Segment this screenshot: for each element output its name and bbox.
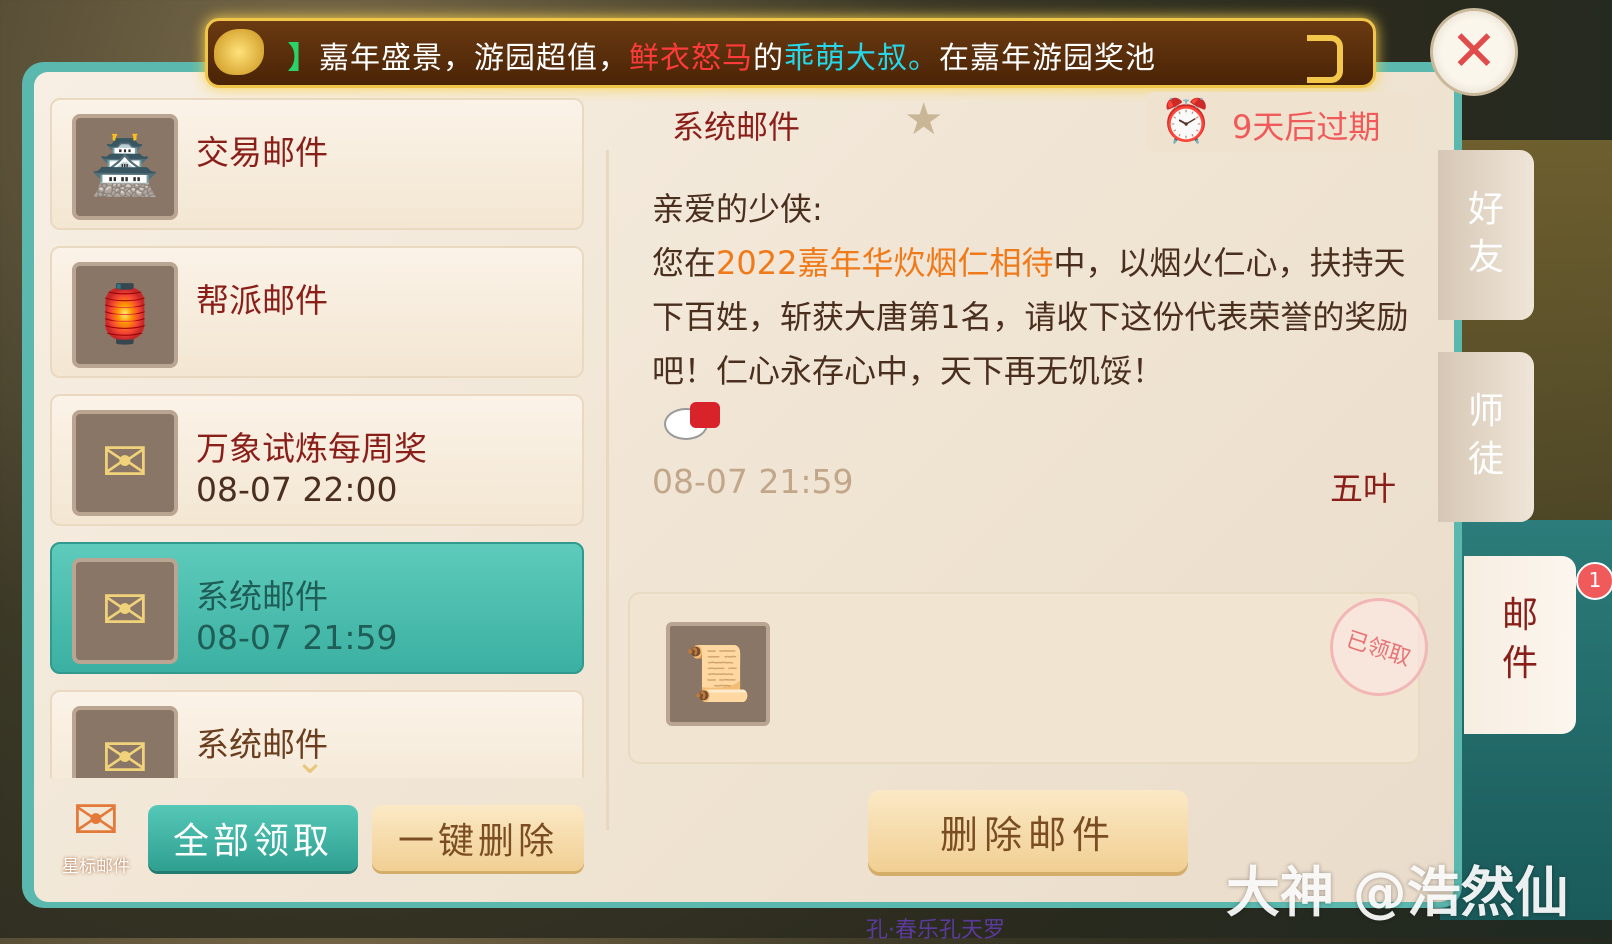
announcement-text: 】嘉年盛景，游园超值，鲜衣怒马的乖萌大叔。在嘉年游园奖池 [288,41,1156,76]
bottom-chat-text: 孔·春乐孔天罗 [866,918,1005,943]
mail-item-title: 交易邮件 [196,133,328,172]
expire-badge: ⏰ 9天后过期 [1146,92,1416,152]
mail-time: 08-07 21:59 [652,462,854,501]
collect-all-button[interactable]: 全部领取 [148,805,358,871]
mail-body: 亲爱的少侠: 您在2022嘉年华炊烟仁相待中，以烟火仁心，扶持天下百姓，斩获大唐… [652,182,1412,398]
starred-envelope-icon: ✉ [72,788,120,853]
mail-detail-title: 系统邮件 [672,108,801,146]
mail-greeting: 亲爱的少侠: [652,190,823,228]
delete-all-button[interactable]: 一键删除 [372,805,584,871]
mail-content: 您在2022嘉年华炊烟仁相待中，以烟火仁心，扶持天下百姓，斩获大唐第1名，请收下… [652,244,1409,390]
mail-detail-header: 系统邮件 ★ ⏰ 9天后过期 [636,88,1422,156]
envelope-icon: ✉ [72,410,178,516]
open-envelope-icon: ✉ [72,558,178,664]
mail-item-title: 万象试炼每周奖 [196,429,427,468]
mail-item-date: 08-07 21:59 [196,618,398,657]
scroll-reward-icon[interactable]: 📜 [666,622,770,726]
mail-sender: 五叶 [1330,469,1396,508]
open-envelope-icon: ✉ [72,706,178,778]
mail-list[interactable]: 🏯 交易邮件 🏮 帮派邮件 ✉ 万象试炼每周奖 08-07 22:00 ✉ 系统… [50,98,586,778]
event-name: 2022嘉年华炊烟仁相待 [716,244,1054,282]
divider [606,150,609,830]
chevron-down-icon[interactable]: ⌄ [290,744,330,780]
delete-mail-button[interactable]: 删除邮件 [868,790,1188,872]
alarm-clock-icon: ⏰ [1160,96,1213,145]
sticker-icon [656,400,736,440]
announcement-banner: 】嘉年盛景，游园超值，鲜衣怒马的乖萌大叔。在嘉年游园奖池 [205,18,1376,88]
tab-friends[interactable]: 好友 [1438,150,1534,320]
mail-item-guild[interactable]: 🏮 帮派邮件 [50,246,584,378]
banner-ornament-icon [214,29,264,75]
mail-item-date: 08-07 22:00 [196,470,398,509]
star-mail-button[interactable]: ✉ 星标邮件 [52,790,140,880]
banner-ornament-icon [1307,35,1343,83]
unread-badge: 1 [1576,562,1612,600]
watermark: 大神 @浩然仙 [1226,861,1569,924]
tab-mail[interactable]: 邮件 [1464,556,1576,734]
expire-text: 9天后过期 [1232,108,1381,146]
attachment-area: 📜 已领取 [628,585,1441,764]
mail-item-trade[interactable]: 🏯 交易邮件 [50,98,584,230]
tab-master-apprentice[interactable]: 师徒 [1438,352,1534,522]
guild-house-icon: 🏮 [72,262,178,368]
star-icon[interactable]: ★ [904,94,943,145]
close-icon: ✕ [1450,19,1498,84]
mail-item-trial-weekly[interactable]: ✉ 万象试炼每周奖 08-07 22:00 [50,394,584,526]
mail-item-title: 系统邮件 [196,577,328,616]
trade-shop-icon: 🏯 [72,114,178,220]
mail-item-title: 帮派邮件 [196,281,328,320]
star-mail-label: 星标邮件 [62,857,130,877]
close-button[interactable]: ✕ [1430,8,1518,96]
mail-item-system-selected[interactable]: ✉ 系统邮件 08-07 21:59 [50,542,584,674]
